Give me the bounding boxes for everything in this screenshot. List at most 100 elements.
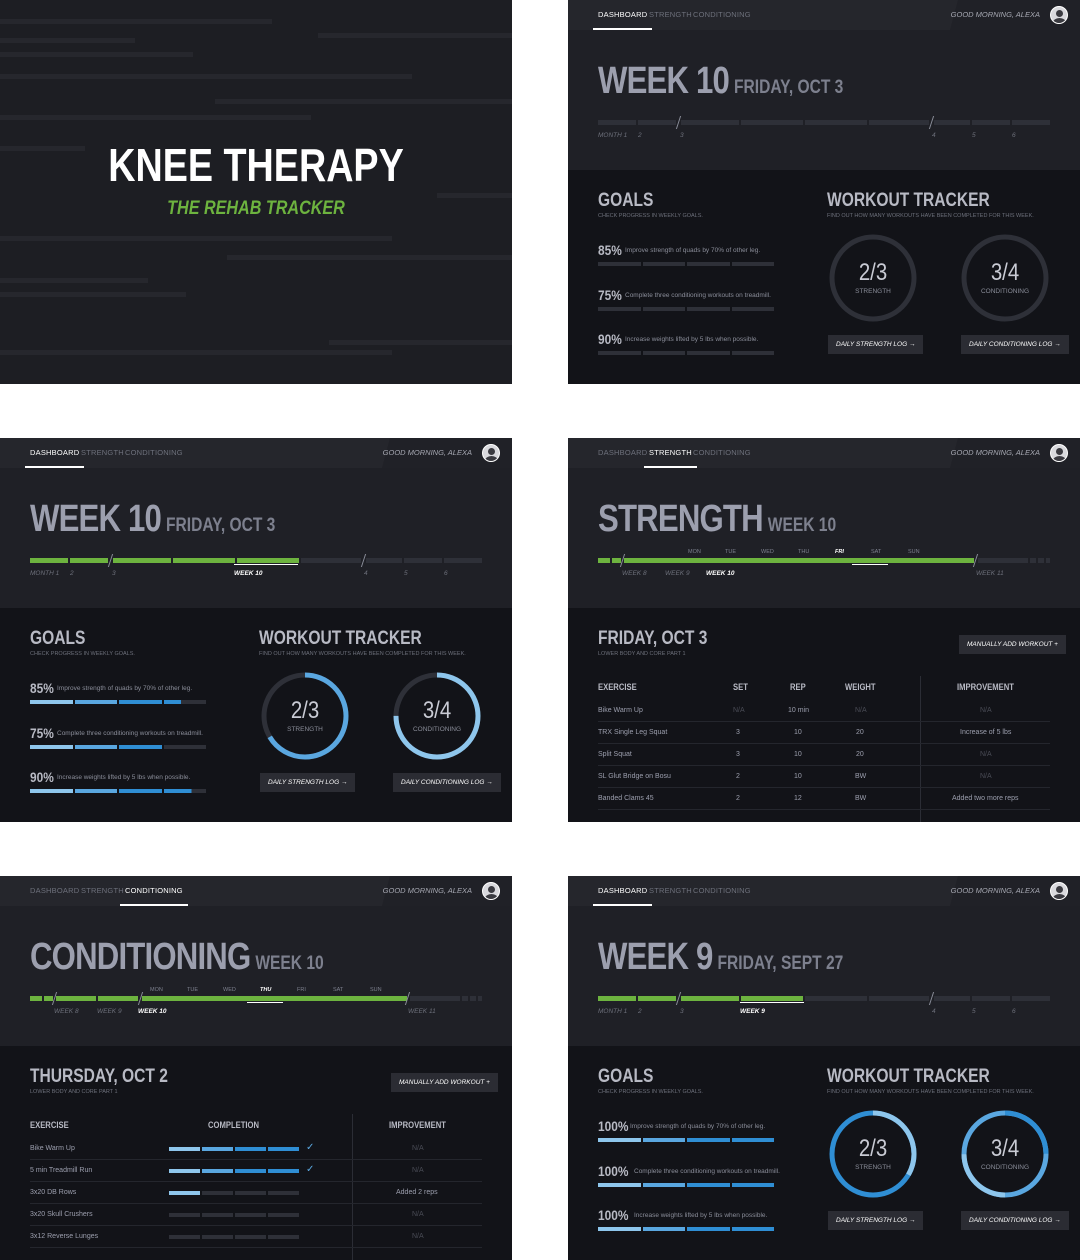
table-row[interactable]: TRX Single Leg Squat 3 10 20 Increase of 5 l… <box>598 722 1050 744</box>
tab-strength[interactable]: STRENGTH <box>81 438 124 468</box>
avatar[interactable] <box>482 444 500 462</box>
timeline-current-week[interactable]: WEEK 9 <box>740 1008 765 1015</box>
tracker-subtitle: FIND OUT HOW MANY WORKOUTS HAVE BEEN COM… <box>827 213 1034 219</box>
current-week-underline <box>234 564 298 565</box>
manually-add-workout-button[interactable]: MANUALLY ADD WORKOUT + <box>391 1073 498 1092</box>
timeline-month-2: 2 <box>638 1008 642 1015</box>
timeline-month-5: 5 <box>972 132 976 139</box>
col-set: SET <box>733 682 748 692</box>
table-row[interactable]: Banded Clams 45 2 12 BW Added two more reps <box>598 788 1050 810</box>
greeting-text: GOOD MORNING, ALEXA <box>950 886 1040 895</box>
daily-strength-log-button[interactable]: DAILY STRENGTH LOG → <box>828 1211 924 1230</box>
day-tue[interactable]: TUE <box>725 549 736 555</box>
strength-panel: DASHBOARD STRENGTH CONDITIONING GOOD MOR… <box>568 438 1080 822</box>
day-thu[interactable]: THU <box>798 549 809 555</box>
tab-strength[interactable]: STRENGTH <box>649 0 692 30</box>
day-fri[interactable]: FRI <box>835 549 844 555</box>
strength-ring: 2/3 STRENGTH <box>828 233 918 323</box>
current-day-underline <box>247 1002 283 1003</box>
decor-stripe <box>0 278 148 283</box>
day-fri[interactable]: FRI <box>297 987 306 993</box>
main-body: GOALS CHECK PROGRESS IN WEEKLY GOALS. 85… <box>0 608 512 822</box>
goals-subtitle: CHECK PROGRESS IN WEEKLY GOALS. <box>598 1089 703 1095</box>
timeline-month-6: 6 <box>1012 132 1016 139</box>
goals-title: GOALS <box>598 1066 654 1087</box>
table-row[interactable]: 3x12 Reverse Lunges N/A <box>30 1226 482 1248</box>
timeline-bar <box>30 992 482 1005</box>
tracker-title: WORKOUT TRACKER <box>259 628 422 649</box>
title-slide-panel: KNEE THERAPY THE REHAB TRACKER <box>0 0 512 384</box>
table-row[interactable]: 3x20 DB Rows Added 2 reps <box>30 1182 482 1204</box>
day-wed[interactable]: WED <box>761 549 774 555</box>
table-row[interactable]: 5 min Treadmill Run ✓ N/A <box>30 1160 482 1182</box>
tab-dashboard[interactable]: DASHBOARD <box>30 876 79 906</box>
day-sun[interactable]: SUN <box>370 987 382 993</box>
exercise-name: Bike Warm Up <box>30 1145 75 1152</box>
completion-segment <box>169 1191 200 1195</box>
table-row[interactable]: Bike Warm Up ✓ N/A <box>30 1138 482 1160</box>
tab-dashboard[interactable]: DASHBOARD <box>598 438 647 468</box>
avatar[interactable] <box>1050 882 1068 900</box>
day-sat[interactable]: SAT <box>333 987 343 993</box>
day-sun[interactable]: SUN <box>908 549 920 555</box>
tab-conditioning[interactable]: CONDITIONING <box>693 438 751 468</box>
table-row[interactable]: Bike Warm Up N/A 10 min N/A N/A <box>598 700 1050 722</box>
app-title: KNEE THERAPY <box>108 139 404 191</box>
table-row[interactable]: Split Squat 3 10 20 N/A <box>598 744 1050 766</box>
goals-title: GOALS <box>30 628 86 649</box>
date-label: FRIDAY, OCT 3 <box>165 515 276 536</box>
avatar[interactable] <box>1050 6 1068 24</box>
timeline-week-9: WEEK 9 <box>97 1008 122 1015</box>
day-tue[interactable]: TUE <box>187 987 198 993</box>
main-body: FRIDAY, OCT 3 LOWER BODY AND CORE PART 1… <box>568 608 1080 822</box>
decor-stripe <box>0 38 135 43</box>
tab-strength[interactable]: STRENGTH <box>644 438 697 468</box>
conditioning-ring: 3/4 CONDITIONING <box>392 671 482 761</box>
week-label: WEEK 10 <box>598 60 730 102</box>
daily-conditioning-log-button[interactable]: DAILY CONDITIONING LOG → <box>393 773 501 792</box>
page-title: STRENGTH WEEK 10 <box>598 498 836 541</box>
daily-strength-log-button[interactable]: DAILY STRENGTH LOG → <box>260 773 356 792</box>
timeline-current-week[interactable]: WEEK 10 <box>138 1008 167 1015</box>
workout-date: THURSDAY, OCT 2 <box>30 1066 168 1087</box>
tab-dashboard[interactable]: DASHBOARD <box>592 0 653 30</box>
tab-conditioning[interactable]: CONDITIONING <box>693 0 751 30</box>
week-label: WEEK 9 <box>598 936 713 978</box>
col-improvement: IMPROVEMENT <box>957 682 1014 692</box>
main-body: THURSDAY, OCT 2 LOWER BODY AND CORE PART… <box>0 1046 512 1260</box>
decor-stripe <box>0 350 392 355</box>
greeting-text: GOOD MORNING, ALEXA <box>950 448 1040 457</box>
tab-conditioning[interactable]: CONDITIONING <box>120 876 188 906</box>
daily-conditioning-log-button[interactable]: DAILY CONDITIONING LOG → <box>961 335 1069 354</box>
daily-strength-log-button[interactable]: DAILY STRENGTH LOG → <box>828 335 924 354</box>
tab-conditioning[interactable]: CONDITIONING <box>693 876 751 906</box>
col-exercise: EXERCISE <box>598 682 637 692</box>
tab-dashboard[interactable]: DASHBOARD <box>24 438 85 468</box>
timeline-bar <box>598 992 1050 1005</box>
timeline-month-5: 5 <box>972 1008 976 1015</box>
day-sat[interactable]: SAT <box>871 549 881 555</box>
table-row[interactable]: SL Glut Bridge on Bosu 2 10 BW N/A <box>598 766 1050 788</box>
daily-conditioning-log-button[interactable]: DAILY CONDITIONING LOG → <box>961 1211 1069 1230</box>
timeline-month-3: 3 <box>112 570 116 577</box>
manually-add-workout-button[interactable]: MANUALLY ADD WORKOUT + <box>959 635 1066 654</box>
day-wed[interactable]: WED <box>223 987 236 993</box>
tracker-title: WORKOUT TRACKER <box>827 190 990 211</box>
timeline-current-week[interactable]: WEEK 10 <box>706 570 735 577</box>
completion-segment <box>202 1213 233 1217</box>
timeline-current-week[interactable]: WEEK 10 <box>234 570 263 577</box>
avatar[interactable] <box>1050 444 1068 462</box>
timeline-week-11: WEEK 11 <box>408 1008 436 1015</box>
table-row[interactable]: 3x20 Skull Crushers N/A <box>30 1204 482 1226</box>
day-mon[interactable]: MON <box>688 549 701 555</box>
completion-segment <box>235 1169 266 1173</box>
decor-stripe <box>318 33 512 38</box>
tab-conditioning[interactable]: CONDITIONING <box>125 438 183 468</box>
avatar[interactable] <box>482 882 500 900</box>
tab-strength[interactable]: STRENGTH <box>81 876 124 906</box>
day-thu[interactable]: THU <box>260 987 271 993</box>
day-mon[interactable]: MON <box>150 987 163 993</box>
top-nav: DASHBOARD STRENGTH CONDITIONING GOOD MOR… <box>0 876 512 906</box>
tab-dashboard[interactable]: DASHBOARD <box>592 876 653 906</box>
tab-strength[interactable]: STRENGTH <box>649 876 692 906</box>
